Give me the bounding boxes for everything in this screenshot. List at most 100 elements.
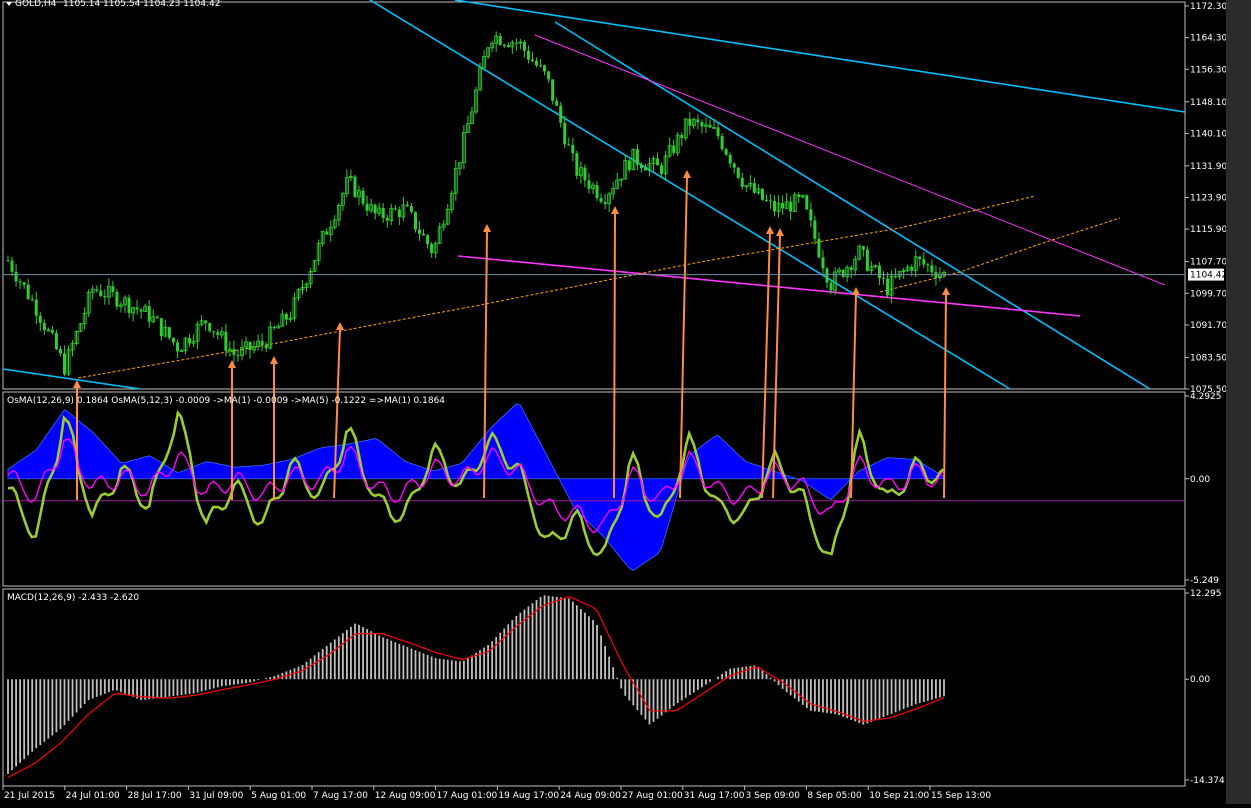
time-tick-label: 10 Sep 21:00: [869, 791, 929, 801]
candle-body-down: [877, 265, 881, 279]
candle-body-down: [38, 315, 42, 323]
candle-body-down: [224, 331, 228, 351]
candle-body-down: [216, 332, 220, 335]
candle-body-down: [22, 282, 26, 285]
candle-body-down: [188, 338, 192, 344]
time-tick-label: 12 Aug 09:00: [375, 791, 436, 801]
signal-arrow-shaft: [613, 211, 616, 499]
candle-body-down: [498, 35, 502, 45]
candle-body-down: [922, 259, 926, 265]
pane-frames: [2, 1, 1186, 787]
candle-body-down: [42, 322, 46, 331]
candle-body-down: [418, 229, 422, 234]
price-tick-label: 1172.30: [1190, 2, 1227, 12]
candle-body-down: [764, 199, 768, 201]
candle-body-down: [530, 59, 534, 61]
candle-body-down: [740, 177, 744, 187]
candle-body-down: [381, 207, 385, 219]
candle-body-down: [571, 145, 575, 154]
time-tick-label: 7 Aug 17:00: [313, 791, 368, 801]
candle-body-down: [543, 65, 547, 72]
candle-body-down: [34, 299, 38, 316]
osma-tick-label: -5.249: [1190, 576, 1219, 586]
price-tick-label: 1107.70: [1190, 258, 1227, 268]
trading-chart[interactable]: 1172.30 1164.30 1156.30 1148.10 1140.10 1131.…: [0, 0, 1251, 804]
candle-body-down: [236, 354, 240, 356]
time-tick-label: 3 Sep 09:00: [746, 791, 801, 801]
time-tick-label: 27 Aug 01:00: [622, 791, 683, 801]
candle-body-down: [547, 71, 551, 80]
vertical-scrollbar[interactable]: [1226, 0, 1251, 804]
candle-body-down: [894, 276, 898, 278]
candle-body-down: [115, 291, 119, 307]
signal-arrow-head: [270, 356, 278, 364]
time-tick-label: 8 Sep 05:00: [807, 791, 862, 801]
time-tick-label: 31 Aug 17:00: [684, 791, 745, 801]
price-candles: [6, 31, 946, 377]
trend-lines: [2, 0, 1186, 390]
time-tick-label: 17 Aug 01:00: [437, 791, 498, 801]
time-tick-label: 19 Aug 17:00: [498, 791, 559, 801]
candle-body-down: [587, 180, 591, 189]
candle-body-down: [167, 327, 171, 338]
candle-body-down: [18, 281, 22, 283]
candle-body-down: [809, 209, 813, 221]
candle-body-down: [147, 306, 151, 322]
trend-line-long: [454, 0, 1186, 113]
candle-body-down: [603, 201, 607, 204]
current-price-label: 1104.42: [1190, 271, 1227, 281]
candle-body-down: [232, 349, 236, 355]
candle-body-down: [639, 164, 643, 169]
candle-body-down: [789, 201, 793, 212]
candle-body-down: [204, 320, 208, 324]
pane-border-3: [2, 588, 1186, 787]
candle-body-down: [393, 208, 397, 210]
signal-arrow-head: [228, 360, 236, 368]
candle-body-down: [700, 122, 704, 127]
candle-body-down: [881, 278, 885, 280]
candle-body-down: [260, 341, 264, 345]
candle-body-down: [54, 332, 58, 350]
candle-body-down: [680, 135, 684, 139]
osma-pane-label: OsMA(12,26,9) 0.1864 OsMA(5,12,3) -0.000…: [7, 396, 445, 406]
signal-arrow-shaft: [943, 292, 947, 499]
candle-body-down: [50, 329, 54, 333]
signal-arrow-head: [336, 322, 344, 330]
candle-body-down: [813, 220, 817, 239]
candle-body-down: [918, 256, 922, 260]
time-tick-label: 24 Aug 09:00: [560, 791, 621, 801]
candle-body-down: [567, 144, 571, 146]
candle-body-down: [373, 204, 377, 214]
candle-body-down: [688, 118, 692, 126]
candle-body-down: [14, 271, 18, 282]
candle-body-down: [155, 316, 159, 319]
candle-body-down: [732, 163, 736, 168]
candle-body-down: [139, 309, 143, 312]
price-tick-label: 1083.50: [1190, 353, 1227, 363]
candle-body-down: [30, 298, 34, 300]
candle-body-down: [825, 268, 829, 283]
chart-canvas[interactable]: 1172.30 1164.30 1156.30 1148.10 1140.10 1131.…: [0, 0, 1251, 804]
candle-body-down: [409, 206, 413, 212]
candle-body-down: [728, 154, 732, 164]
candle-body-down: [522, 42, 526, 51]
macd-indicator: [7, 595, 945, 778]
candle-body-down: [797, 194, 801, 197]
candle-body-down: [841, 269, 845, 277]
candle-body-down: [849, 267, 853, 270]
candle-body-down: [430, 244, 434, 254]
candle-body-down: [535, 60, 539, 66]
signal-arrow-head: [483, 224, 491, 232]
time-tick-label: 15 Sep 13:00: [931, 791, 991, 801]
osma-fast-line: [7, 409, 945, 557]
candle-body-down: [353, 176, 357, 197]
candle-body-down: [526, 50, 530, 60]
osma-tick-label: 0.00: [1190, 475, 1210, 485]
candle-body-down: [10, 260, 14, 272]
signal-arrow-head: [852, 287, 860, 295]
candle-body-down: [159, 318, 163, 337]
time-tick-label: 24 Jul 01:00: [66, 791, 120, 801]
candle-body-down: [6, 260, 10, 262]
symbol-label: GOLD,H4: [15, 0, 57, 9]
candle-body-down: [413, 211, 417, 230]
